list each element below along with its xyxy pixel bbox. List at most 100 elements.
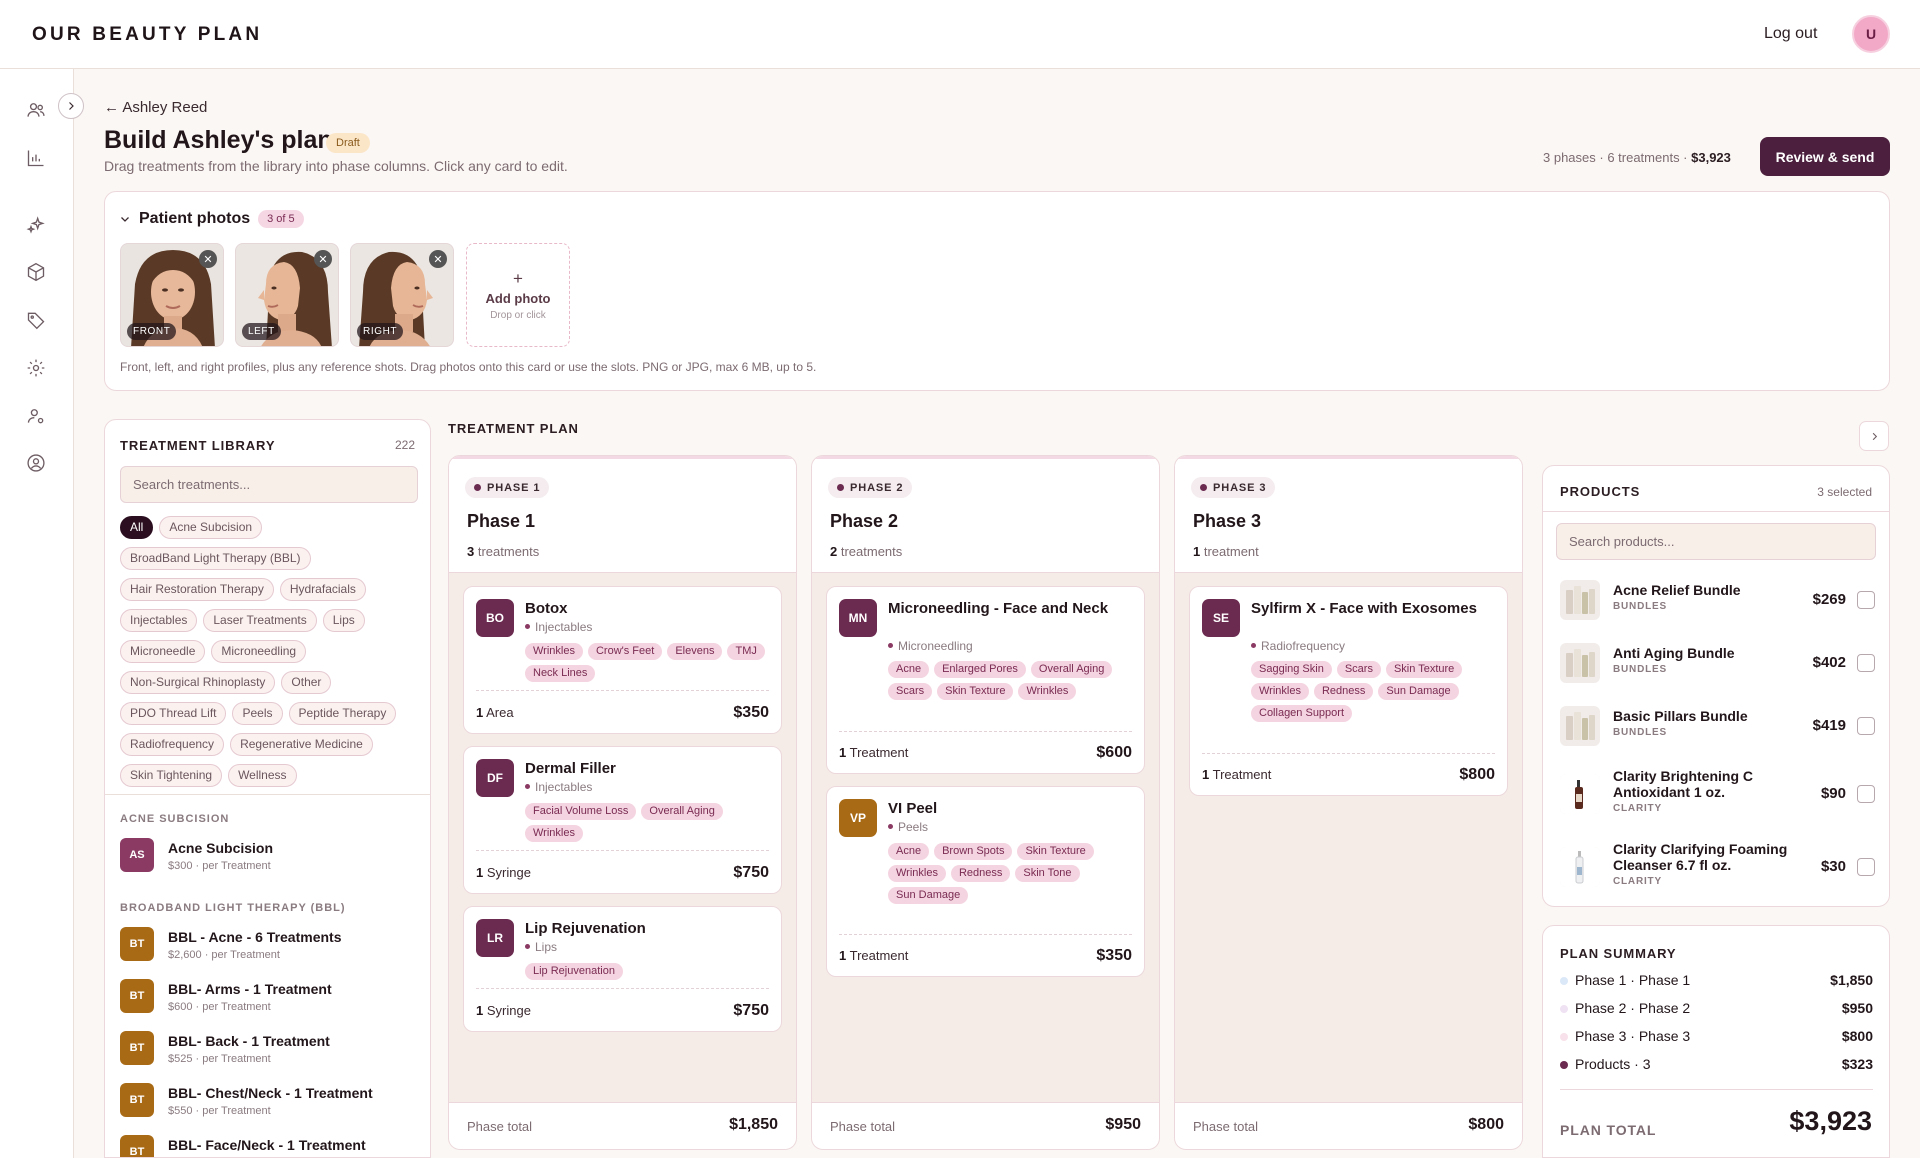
library-category-heading: BROADBAND LIGHT THERAPY (BBL): [120, 902, 346, 914]
product-checkbox[interactable]: [1857, 858, 1875, 876]
scroll-right-button[interactable]: [1859, 421, 1889, 451]
treatment-name: Botox: [525, 600, 568, 617]
gear-icon[interactable]: [25, 357, 47, 379]
treatment-card[interactable]: BO Botox Injectables Wrinkles Crow's Feet Ele…: [463, 586, 782, 734]
filter-chip[interactable]: BroadBand Light Therapy (BBL): [120, 547, 311, 570]
treatment-quantity: 1 Treatment: [839, 948, 908, 963]
user-avatar[interactable]: U: [1852, 15, 1890, 53]
product-thumbnail: [1560, 706, 1600, 746]
user-settings-icon[interactable]: [25, 405, 47, 427]
status-badge: Draft: [326, 133, 370, 153]
treatment-card[interactable]: DF Dermal Filler Injectables Facial Volume …: [463, 746, 782, 894]
chevron-right-icon: [1872, 432, 1877, 440]
filter-chip[interactable]: PDO Thread Lift: [120, 702, 227, 725]
plan-stats: 3 phases · 6 treatments · $3,923: [1543, 150, 1731, 165]
library-item-name: BBL - Acne - 6 Treatments: [168, 929, 342, 945]
filter-chip[interactable]: Peels: [232, 702, 283, 725]
phase-name[interactable]: Phase 2: [830, 511, 898, 532]
patient-photos-toggle[interactable]: Patient photos 3 of 5: [119, 210, 304, 228]
filter-chip[interactable]: Radiofrequency: [120, 733, 225, 756]
sidebar-collapse-button[interactable]: [58, 93, 84, 119]
users-icon[interactable]: [25, 99, 47, 121]
product-row[interactable]: Basic Pillars Bundle BUNDLES $419: [1560, 698, 1878, 754]
filter-chip[interactable]: Skin Tightening: [120, 764, 223, 787]
product-search-input[interactable]: Search products...: [1556, 523, 1876, 560]
summary-row-label: Phase 2 · Phase 2: [1575, 1000, 1691, 1016]
remove-photo-icon[interactable]: ✕: [429, 250, 447, 268]
product-checkbox[interactable]: [1857, 654, 1875, 672]
filter-chip[interactable]: Regenerative Medicine: [230, 733, 373, 756]
user-circle-icon[interactable]: [25, 452, 47, 474]
divider: [476, 850, 769, 851]
phase-footer: Phase total $800: [1175, 1102, 1522, 1149]
back-to-patient-link[interactable]: ← Ashley Reed: [104, 99, 207, 116]
logout-link[interactable]: Log out: [1764, 25, 1817, 43]
remove-photo-icon[interactable]: ✕: [199, 250, 217, 268]
chevron-down-icon: [121, 217, 129, 222]
library-item[interactable]: BT BBL- Face/Neck - 1 Treatment: [120, 1135, 420, 1157]
tag-icon[interactable]: [25, 309, 47, 331]
plan-total-value: $3,923: [1789, 1106, 1872, 1136]
product-checkbox[interactable]: [1857, 717, 1875, 735]
treatment-initials-badge: BT: [120, 927, 154, 961]
library-item[interactable]: BT BBL - Acne - 6 Treatments $2,600 · per …: [120, 927, 420, 979]
library-item[interactable]: BT BBL- Back - 1 Treatment $525 · per Trea…: [120, 1031, 420, 1083]
product-row[interactable]: Acne Relief Bundle BUNDLES $269: [1560, 572, 1878, 628]
phase-column[interactable]: PHASE 3 Phase 3 1 treatment SE Sylfirm X - F…: [1174, 455, 1523, 1150]
product-name: Clarity Clarifying Foaming Cleanser 6.7 …: [1613, 841, 1788, 873]
phase-column[interactable]: PHASE 1 Phase 1 3 treatments BO Botox Injecta…: [448, 455, 797, 1150]
concern-tag: Scars: [888, 683, 933, 700]
summary-row-label: Products · 3: [1575, 1056, 1651, 1072]
treatment-price: $750: [733, 864, 769, 881]
patient-photos-card: Patient photos 3 of 5 FRONT ✕ LEFT ✕ RIG…: [104, 191, 1890, 391]
treatment-card[interactable]: MN Microneedling - Face and Neck Microneed…: [826, 586, 1145, 774]
concern-tag: Brown Spots: [934, 843, 1013, 860]
product-row[interactable]: Clarity Brightening C Antioxidant 1 oz. C…: [1560, 766, 1878, 822]
chart-icon[interactable]: [25, 147, 47, 169]
photo-right[interactable]: RIGHT ✕: [350, 243, 454, 347]
review-send-button[interactable]: Review & send: [1760, 137, 1890, 176]
filter-chip[interactable]: Non-Surgical Rhinoplasty: [120, 671, 276, 694]
library-item[interactable]: AS Acne Subcision $300 · per Treatment: [120, 838, 420, 890]
treatment-card[interactable]: SE Sylfirm X - Face with Exosomes Radiofre…: [1189, 586, 1508, 796]
filter-chip[interactable]: Acne Subcision: [159, 516, 263, 539]
filter-chip[interactable]: Injectables: [120, 609, 198, 632]
filter-chip[interactable]: Hydrafacials: [279, 578, 366, 601]
phase-name[interactable]: Phase 1: [467, 511, 535, 532]
product-checkbox[interactable]: [1857, 785, 1875, 803]
filter-chip[interactable]: Peptide Therapy: [288, 702, 397, 725]
sparkle-icon[interactable]: [25, 214, 47, 236]
box-icon[interactable]: [25, 261, 47, 283]
library-item[interactable]: BT BBL- Arms - 1 Treatment $600 · per Trea…: [120, 979, 420, 1031]
filter-chip[interactable]: Wellness: [228, 764, 297, 787]
treatment-category: Injectables: [525, 620, 592, 634]
filter-chip[interactable]: All: [120, 516, 154, 539]
phase-column[interactable]: PHASE 2 Phase 2 2 treatments MN Microneedlin…: [811, 455, 1160, 1150]
treatment-card[interactable]: VP VI Peel Peels Acne Brown Spots Skin Textur…: [826, 786, 1145, 977]
divider: [476, 690, 769, 691]
brand-logo: OUR BEAUTY PLAN: [32, 24, 263, 45]
library-title: TREATMENT LIBRARY: [120, 438, 276, 453]
filter-chip[interactable]: Lips: [322, 609, 365, 632]
add-photo-slot[interactable]: + Add photo Drop or click: [466, 243, 570, 347]
product-row[interactable]: Anti Aging Bundle BUNDLES $402: [1560, 635, 1878, 691]
product-checkbox[interactable]: [1857, 591, 1875, 609]
remove-photo-icon[interactable]: ✕: [314, 250, 332, 268]
photo-left[interactable]: LEFT ✕: [235, 243, 339, 347]
concern-tag: Enlarged Pores: [934, 661, 1026, 678]
filter-chip[interactable]: Hair Restoration Therapy: [120, 578, 274, 601]
filter-chip[interactable]: Other: [281, 671, 332, 694]
treatment-initials-badge: LR: [476, 919, 514, 957]
treatment-search-input[interactable]: Search treatments...: [120, 466, 418, 503]
photo-front[interactable]: FRONT ✕: [120, 243, 224, 347]
filter-chip[interactable]: Laser Treatments: [203, 609, 317, 632]
treatment-card[interactable]: LR Lip Rejuvenation Lips Lip Rejuvenation 1 …: [463, 906, 782, 1032]
phase-name[interactable]: Phase 3: [1193, 511, 1261, 532]
library-item-price: $2,600 · per Treatment: [168, 949, 280, 961]
top-bar: OUR BEAUTY PLAN Log out U: [0, 0, 1920, 69]
product-price: $402: [1812, 654, 1846, 671]
library-item[interactable]: BT BBL- Chest/Neck - 1 Treatment $550 · pe…: [120, 1083, 420, 1135]
filter-chip[interactable]: Microneedle: [120, 640, 206, 663]
filter-chip[interactable]: Microneedling: [211, 640, 307, 663]
product-row[interactable]: Clarity Clarifying Foaming Cleanser 6.7 …: [1560, 839, 1878, 895]
